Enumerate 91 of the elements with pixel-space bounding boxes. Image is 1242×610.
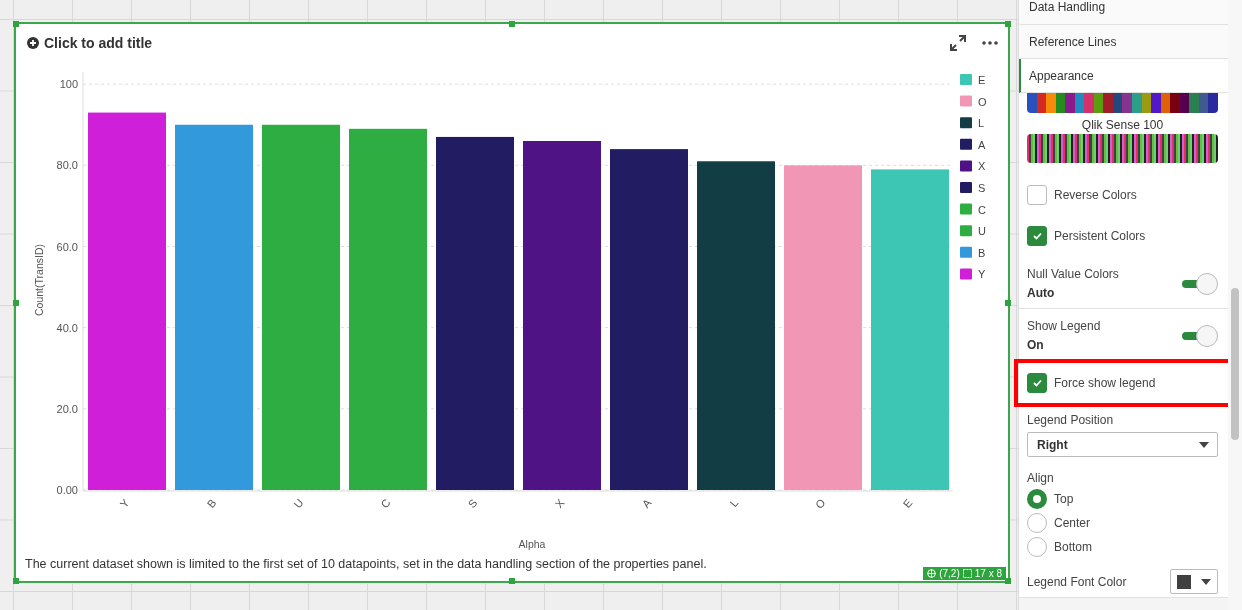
bar[interactable]	[523, 141, 601, 490]
setting-label: Legend Position	[1027, 413, 1115, 427]
legend-label[interactable]: B	[978, 246, 986, 259]
bar[interactable]	[610, 149, 688, 490]
legend-label[interactable]: X	[978, 160, 986, 173]
x-tick-label: A	[639, 496, 654, 510]
legend-label[interactable]: A	[978, 138, 986, 151]
toggle-switch[interactable]	[1182, 272, 1218, 295]
cell-position: (7,2)	[939, 568, 960, 579]
resize-handle[interactable]	[1005, 578, 1011, 584]
legend-label[interactable]: Y	[978, 268, 986, 281]
checkmark-icon	[1032, 379, 1042, 387]
section-header[interactable]: Data Handling	[1019, 0, 1228, 25]
y-tick-label: 100	[59, 78, 78, 91]
color-palette-strip[interactable]	[1027, 93, 1218, 113]
resize-handle[interactable]	[509, 578, 515, 584]
toggle-switch[interactable]	[1182, 324, 1218, 347]
resize-handle[interactable]	[509, 21, 515, 27]
legend-label[interactable]: L	[978, 117, 985, 130]
radio-button[interactable]	[1027, 513, 1047, 533]
caret-icon	[1201, 578, 1211, 585]
bar[interactable]	[784, 165, 862, 490]
x-tick-label: S	[465, 496, 480, 510]
scrollbar-thumb[interactable]	[1231, 288, 1239, 440]
grid-position-icon	[927, 569, 937, 578]
caret-icon	[1199, 441, 1209, 448]
color-picker-button[interactable]	[1170, 569, 1218, 594]
x-axis-title: Alpha	[518, 538, 546, 550]
cell-size: 17 x 8	[974, 568, 1002, 579]
resize-handle[interactable]	[13, 21, 19, 27]
y-tick-label: 40.0	[56, 321, 78, 334]
checkbox-label[interactable]: Force show legend	[1054, 376, 1156, 390]
checkbox-label[interactable]: Reverse Colors	[1054, 188, 1137, 202]
section-header[interactable]: Appearance	[1019, 59, 1228, 93]
x-tick-label: O	[812, 496, 828, 511]
legend-label[interactable]: O	[978, 95, 987, 108]
bar[interactable]	[349, 128, 427, 490]
legend-label[interactable]: S	[978, 182, 986, 194]
checkmark-icon	[1032, 232, 1042, 240]
bar[interactable]	[436, 136, 514, 490]
resize-handle[interactable]	[1005, 299, 1011, 306]
resize-handle[interactable]	[1005, 21, 1011, 27]
bar[interactable]	[88, 112, 166, 490]
x-tick-label: U	[291, 496, 306, 511]
x-tick-label: L	[727, 496, 741, 509]
plus-circle-icon	[27, 37, 39, 49]
y-tick-label: 20.0	[56, 402, 78, 415]
y-tick-label: 80.0	[56, 159, 78, 172]
color-scheme-name: Qlik Sense 100	[1080, 118, 1165, 132]
setting-label: Show Legend	[1027, 319, 1101, 333]
chart-card[interactable]	[14, 22, 1010, 583]
checkbox[interactable]	[1027, 226, 1047, 246]
radio-button[interactable]	[1027, 489, 1047, 509]
x-tick-label: E	[900, 496, 915, 510]
scrollbar[interactable]	[1228, 0, 1242, 610]
dropdown[interactable]: Right	[1027, 432, 1218, 457]
y-axis-title: Count(TransID)	[33, 244, 45, 316]
radio-button[interactable]	[1027, 537, 1047, 557]
checkbox[interactable]	[1027, 185, 1047, 205]
footnote-text: The current dataset shown is limited to the first set of 10 datapoints, set in the data handling section of the properties panel.	[24, 556, 708, 571]
y-tick-label: 0.00	[56, 484, 78, 496]
setting-value: On	[1027, 338, 1045, 352]
setting-label: Null Value Colors	[1027, 267, 1119, 281]
resize-handle[interactable]	[13, 299, 19, 306]
radio-label[interactable]: Center	[1054, 516, 1091, 530]
x-tick-label: X	[552, 496, 567, 510]
checkbox-label[interactable]: Persistent Colors	[1054, 229, 1146, 243]
bar[interactable]	[871, 169, 949, 490]
legend-label[interactable]: E	[978, 74, 986, 86]
chart-title[interactable]: Click to add title	[27, 35, 934, 51]
color-scheme-strip[interactable]	[1027, 134, 1218, 163]
more-icon[interactable]	[982, 41, 998, 45]
y-tick-label: 60.0	[56, 240, 78, 253]
checkbox[interactable]	[1027, 373, 1047, 393]
x-tick-label: Y	[117, 496, 132, 510]
legend-label[interactable]: U	[978, 225, 986, 238]
size-icon	[962, 569, 972, 578]
bar[interactable]	[175, 124, 253, 490]
setting-label: Legend Font Color	[1027, 574, 1127, 589]
radio-label[interactable]: Bottom	[1054, 540, 1092, 554]
bar[interactable]	[262, 124, 340, 490]
x-tick-label: C	[378, 496, 393, 511]
expand-icon[interactable]	[950, 35, 966, 51]
legend-label[interactable]: C	[978, 203, 986, 216]
setting-label: Align	[1027, 471, 1055, 485]
setting-value: Auto	[1027, 286, 1056, 300]
radio-label[interactable]: Top	[1054, 492, 1074, 506]
bar[interactable]	[697, 161, 775, 490]
resize-handle[interactable]	[13, 578, 19, 584]
section-header[interactable]: Reference Lines	[1019, 25, 1228, 59]
x-tick-label: B	[204, 496, 219, 510]
